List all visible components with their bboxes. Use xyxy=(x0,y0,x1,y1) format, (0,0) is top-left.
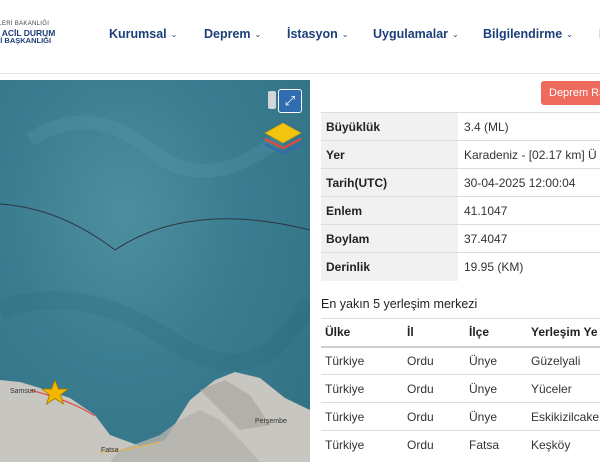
chevron-down-icon: ⌄ xyxy=(341,29,349,39)
detail-value: Karadeniz - [02.17 km] Ü xyxy=(458,140,600,169)
site-logo[interactable]: ŞLERİ BAKANLIĞI E ACİL DURUM Mİ BAŞKANLI… xyxy=(0,20,56,46)
col-header-country[interactable]: Ülke xyxy=(321,318,407,348)
chevron-down-icon: ⌄ xyxy=(452,29,459,39)
nav-bilgilendirme[interactable]: Bilgilendirme ⌄ xyxy=(483,27,573,41)
nav-uygulamalar[interactable]: Uygulamalar ⌄ xyxy=(373,27,459,41)
layers-icon[interactable] xyxy=(263,121,303,155)
nav-label: Kurumsal xyxy=(109,27,167,41)
cell-place: Eskikizilcake xyxy=(531,402,600,431)
detail-row: Derinlik 19.95 (KM) xyxy=(321,252,600,281)
chevron-down-icon: ⌄ xyxy=(566,29,573,39)
detail-value: 30-04-2025 12:00:04 xyxy=(458,168,600,197)
nearest-settlements-table: Ülke İl İlçe Yerleşim Ye Türkiye Ordu Ün… xyxy=(321,318,600,459)
detail-row: Büyüklük 3.4 (ML) xyxy=(321,112,600,141)
nav-label: Bilgilendirme xyxy=(483,27,563,41)
detail-key: Boylam xyxy=(321,224,458,253)
map-pager[interactable] xyxy=(268,91,276,109)
main-nav: Kurumsal ⌄ Deprem ⌄ İstasyon ⌄ Uygulamalar ⌄… xyxy=(109,27,600,41)
table-row: Türkiye Ordu Fatsa Keşköy xyxy=(321,430,600,459)
map-label-persembe: Perşembe xyxy=(255,418,287,425)
table-header-row: Ülke İl İlçe Yerleşim Ye xyxy=(321,318,600,348)
fullscreen-icon[interactable]: ⤢ xyxy=(278,89,302,113)
nav-label: Deprem xyxy=(204,27,251,41)
col-header-place[interactable]: Yerleşim Ye xyxy=(531,318,600,348)
cell-country: Türkiye xyxy=(321,402,407,431)
cell-country: Türkiye xyxy=(321,374,407,403)
site-header: ŞLERİ BAKANLIĞI E ACİL DURUM Mİ BAŞKANLI… xyxy=(0,0,600,74)
detail-value: 3.4 (ML) xyxy=(458,112,600,141)
detail-value: 19.95 (KM) xyxy=(458,252,600,281)
cell-district: Fatsa xyxy=(469,430,531,459)
cell-place: Güzelyali xyxy=(531,346,600,375)
nearest-settlements-title: En yakın 5 yerleşim merkezi xyxy=(321,297,478,311)
cell-place: Keşköy xyxy=(531,430,600,459)
chevron-down-icon: ⌄ xyxy=(254,29,262,39)
detail-row: Enlem 41.1047 xyxy=(321,196,600,225)
detail-value: 41.1047 xyxy=(458,196,600,225)
detail-key: Derinlik xyxy=(321,252,458,281)
detail-row: Tarih(UTC) 30-04-2025 12:00:04 xyxy=(321,168,600,197)
cell-district: Ünye xyxy=(469,402,531,431)
cell-country: Türkiye xyxy=(321,430,407,459)
col-header-district[interactable]: İlçe xyxy=(469,318,531,348)
col-header-province[interactable]: İl xyxy=(407,318,469,348)
detail-key: Büyüklük xyxy=(321,112,458,141)
cell-province: Ordu xyxy=(407,402,469,431)
cell-place: Yüceler xyxy=(531,374,600,403)
detail-key: Enlem xyxy=(321,196,458,225)
nav-deprem[interactable]: Deprem ⌄ xyxy=(204,27,261,41)
cell-district: Ünye xyxy=(469,374,531,403)
cell-province: Ordu xyxy=(407,346,469,375)
table-row: Türkiye Ordu Ünye Yüceler xyxy=(321,374,600,403)
earthquake-details-table: Büyüklük 3.4 (ML) Yer Karadeniz - [02.17 k… xyxy=(321,112,600,281)
detail-key: Yer xyxy=(321,140,458,169)
earthquake-report-button[interactable]: Deprem Ra xyxy=(541,81,600,105)
nav-istasyon[interactable]: İstasyon ⌄ xyxy=(287,27,349,41)
cell-country: Türkiye xyxy=(321,346,407,375)
map-label-fatsa: Fatsa xyxy=(101,447,119,454)
cell-district: Ünye xyxy=(469,346,531,375)
nav-label: Uygulamalar xyxy=(373,27,449,41)
earthquake-map[interactable]: Samsun Fatsa Perşembe ⤢ xyxy=(0,80,310,462)
nav-label: İstasyon xyxy=(287,27,338,41)
detail-key: Tarih(UTC) xyxy=(321,168,458,197)
cell-province: Ordu xyxy=(407,430,469,459)
table-row: Türkiye Ordu Ünye Eskikizilcake xyxy=(321,402,600,431)
logo-line-3: Mİ BAŞKANLIĞI xyxy=(0,36,52,45)
map-label-samsun: Samsun xyxy=(10,388,36,395)
detail-row: Boylam 37.4047 xyxy=(321,224,600,253)
detail-value: 37.4047 xyxy=(458,224,600,253)
detail-row: Yer Karadeniz - [02.17 km] Ü xyxy=(321,140,600,169)
table-row: Türkiye Ordu Ünye Güzelyali xyxy=(321,346,600,375)
chevron-down-icon: ⌄ xyxy=(170,29,178,39)
cell-province: Ordu xyxy=(407,374,469,403)
nav-kurumsal[interactable]: Kurumsal ⌄ xyxy=(109,27,178,41)
